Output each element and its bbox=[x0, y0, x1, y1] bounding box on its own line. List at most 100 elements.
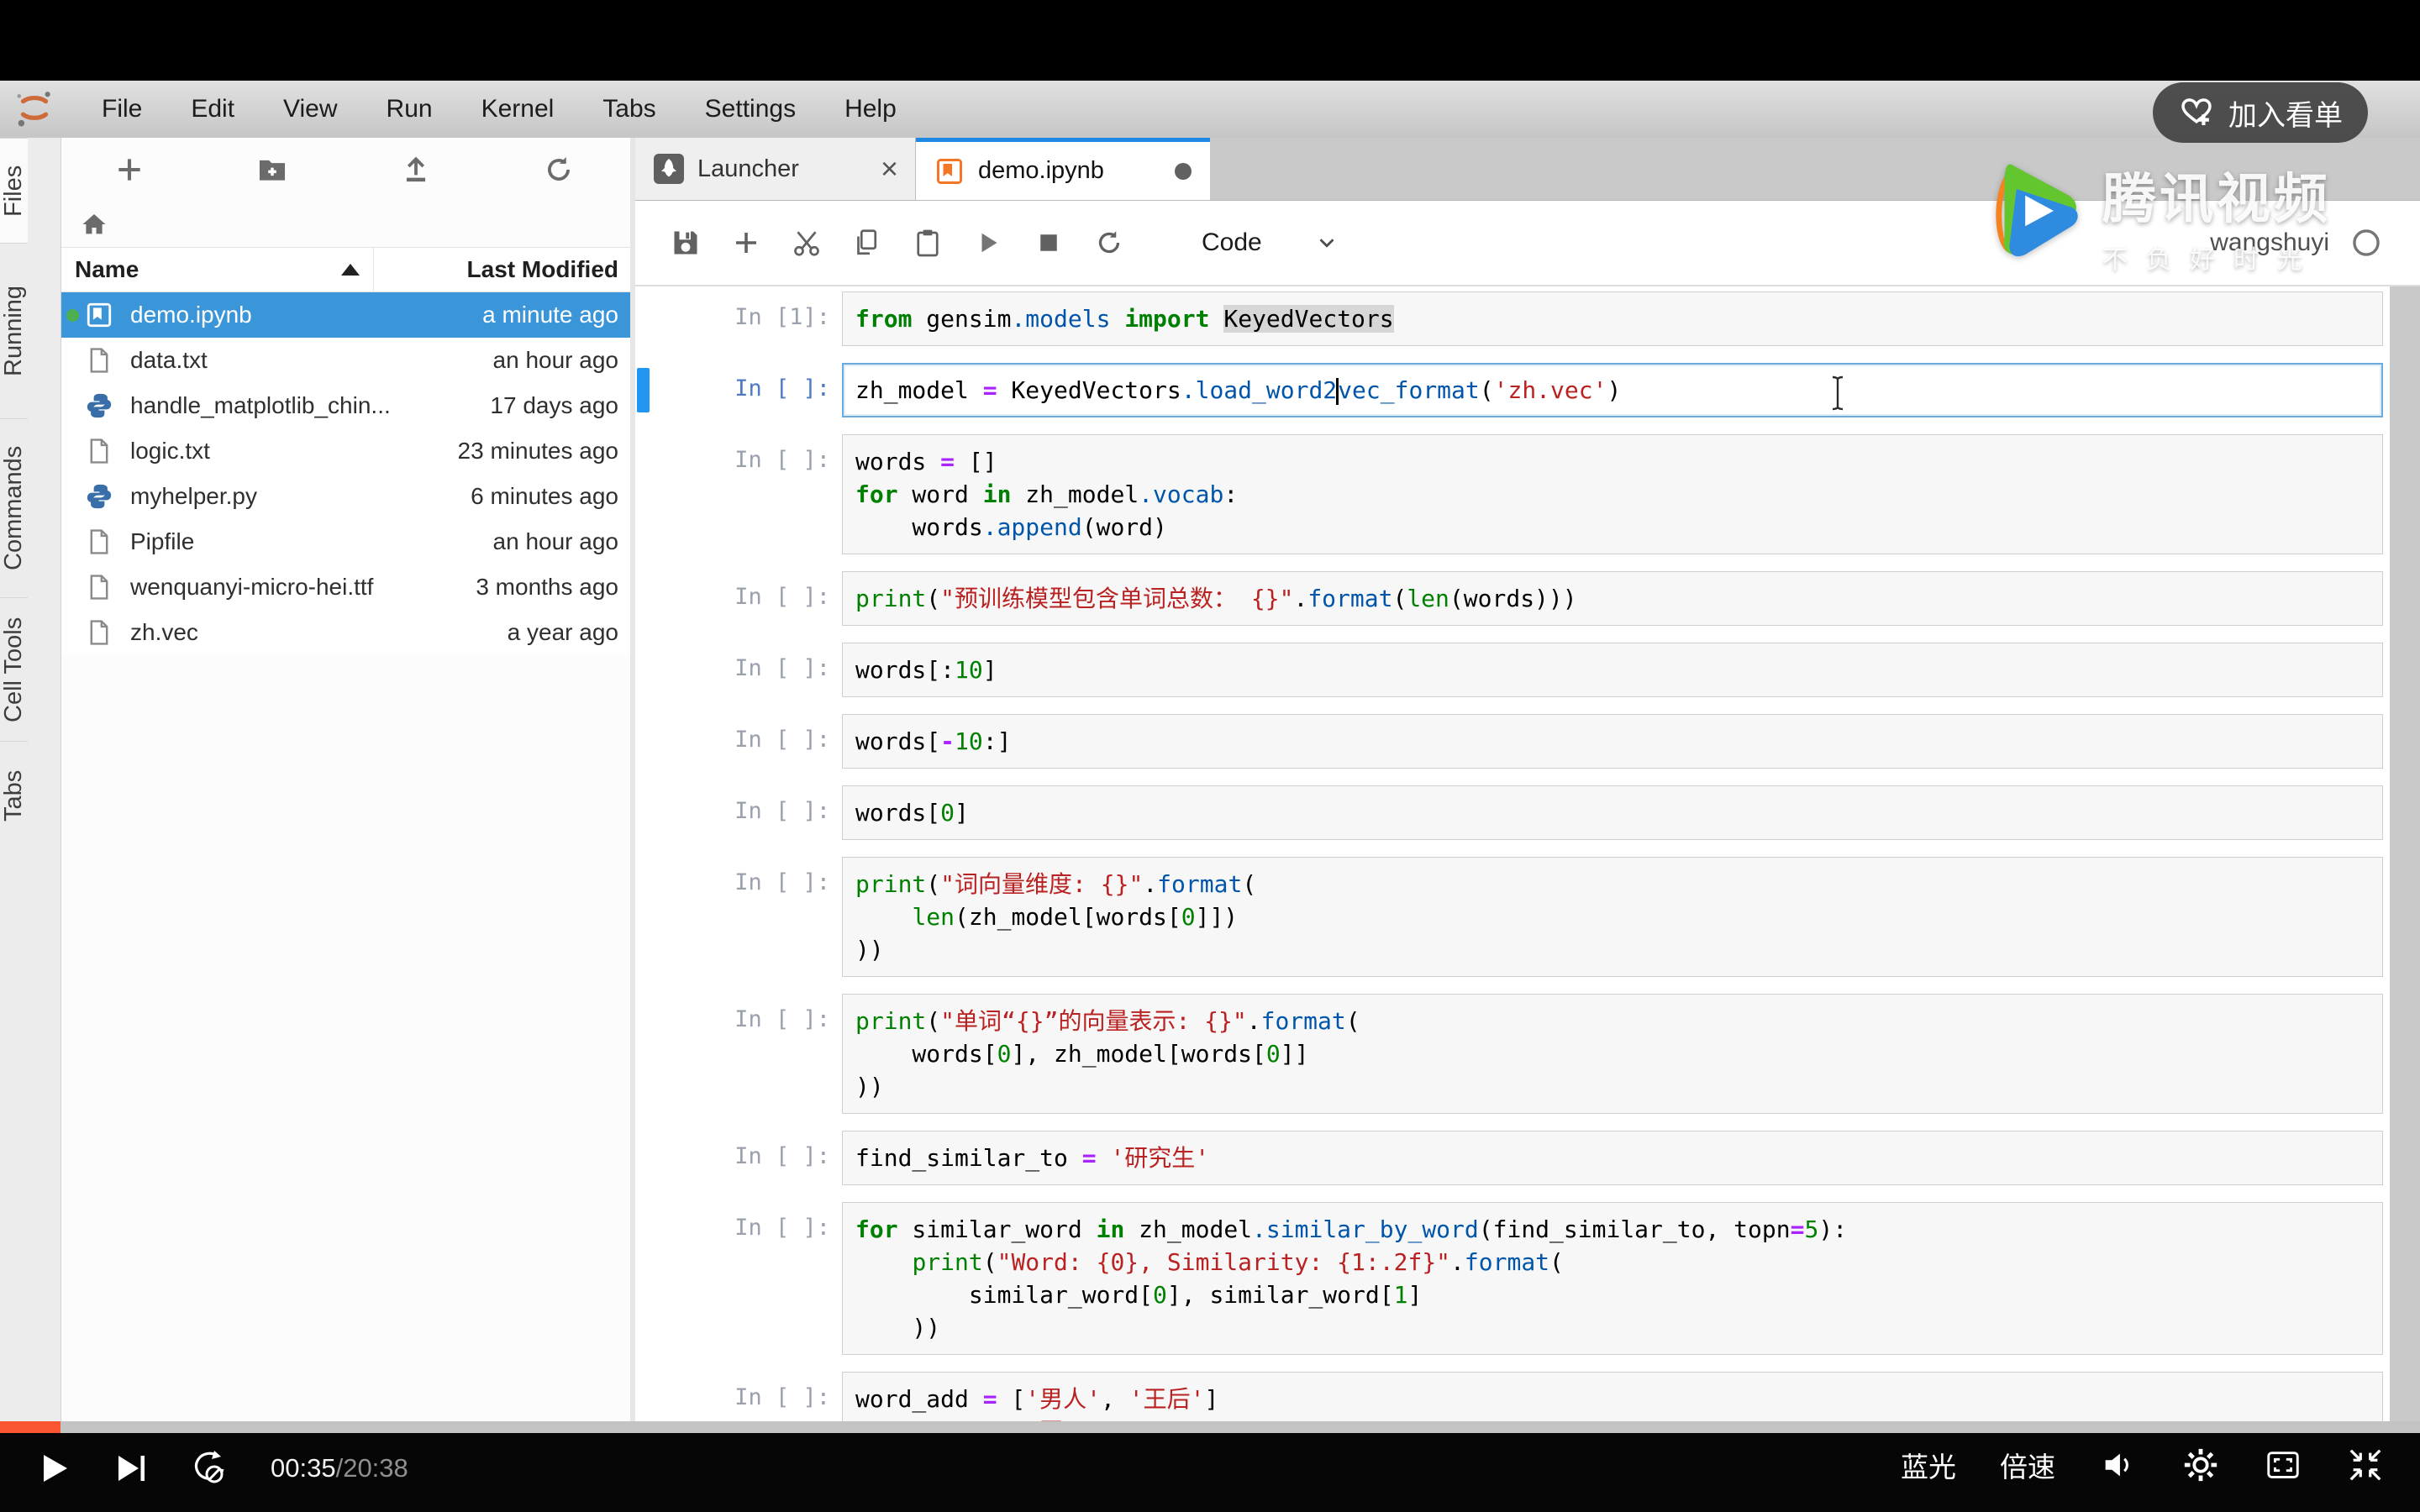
file-row-data-txt[interactable]: data.txtan hour ago bbox=[61, 338, 630, 383]
left-sidebar-tabstrip: FilesRunningCommandsCell ToolsTabs bbox=[0, 138, 61, 1428]
home-icon[interactable] bbox=[80, 210, 108, 239]
menu-settings[interactable]: Settings bbox=[681, 81, 820, 138]
cell-editor[interactable]: print("单词“{}”的向量表示: {}".format( words[0]… bbox=[842, 994, 2383, 1114]
unsaved-dot-icon[interactable] bbox=[1175, 163, 1192, 180]
menu-run[interactable]: Run bbox=[362, 81, 457, 138]
tab-launcher[interactable]: Launcher× bbox=[635, 138, 916, 200]
file-modified: 6 minutes ago bbox=[471, 483, 630, 510]
file-row-logic-txt[interactable]: logic.txt23 minutes ago bbox=[61, 428, 630, 474]
no-dot bbox=[66, 445, 79, 458]
breadcrumb bbox=[61, 202, 630, 247]
name-column-header[interactable]: Name bbox=[61, 256, 373, 283]
notebook-cell: In [ ]:word_add = ['男人', '王后']word_sub =… bbox=[635, 1372, 2420, 1428]
cell-editor[interactable]: from gensim.models import KeyedVectors bbox=[842, 291, 2383, 346]
file-modified: 23 minutes ago bbox=[458, 438, 630, 465]
main-dock-area: Launcher×demo.ipynb bbox=[635, 138, 2420, 1428]
cell-editor[interactable]: zh_model = KeyedVectors.load_word2vec_fo… bbox=[842, 363, 2383, 417]
fullscreen-button[interactable] bbox=[2264, 1446, 2302, 1484]
upload-button[interactable] bbox=[400, 154, 432, 186]
player-left-controls: 00:35/20:38 bbox=[34, 1448, 408, 1488]
document-tabbar: Launcher×demo.ipynb bbox=[635, 138, 2420, 201]
player-right-controls: 蓝光 倍速 bbox=[1901, 1445, 2385, 1485]
running-kernel-dot bbox=[66, 309, 79, 322]
no-dot bbox=[66, 627, 79, 639]
quality-button[interactable]: 蓝光 bbox=[1901, 1445, 1956, 1485]
paste-button[interactable] bbox=[913, 228, 943, 258]
sidebar-tab-tabs[interactable]: Tabs bbox=[0, 741, 28, 849]
cell-type-dropdown[interactable]: Code bbox=[1202, 228, 1339, 257]
save-button[interactable] bbox=[671, 228, 701, 258]
no-dot bbox=[66, 536, 79, 549]
menu-edit[interactable]: Edit bbox=[166, 81, 259, 138]
refresh-button[interactable] bbox=[543, 154, 575, 186]
file-modified: a year ago bbox=[508, 619, 630, 646]
copy-button[interactable] bbox=[852, 228, 882, 258]
restart-kernel-button[interactable] bbox=[1094, 228, 1124, 258]
file-name: demo.ipynb bbox=[127, 302, 482, 328]
modified-header-label: Last Modified bbox=[467, 256, 618, 283]
kernel-name-label: wangshuyi bbox=[2210, 228, 2329, 257]
sidebar-tab-commands[interactable]: Commands bbox=[0, 418, 28, 597]
close-icon[interactable]: × bbox=[881, 154, 898, 184]
menu-view[interactable]: View bbox=[259, 81, 361, 138]
cell-prompt: In [ ]: bbox=[635, 785, 842, 840]
cell-editor[interactable]: print("词向量维度: {}".format( len(zh_model[w… bbox=[842, 857, 2383, 977]
sidebar-tab-files[interactable]: Files bbox=[0, 138, 28, 243]
cell-prompt: In [ ]: bbox=[635, 714, 842, 769]
file-icon bbox=[85, 346, 113, 375]
menu-file[interactable]: File bbox=[77, 81, 166, 138]
cell-prompt: In [ ]: bbox=[635, 434, 842, 554]
kernel-status-icon[interactable] bbox=[2351, 228, 2381, 258]
exit-fullscreen-button[interactable] bbox=[2346, 1446, 2385, 1484]
cell-editor[interactable]: words[:10] bbox=[842, 643, 2383, 697]
notebook-cell: In [ ]:for similar_word in zh_model.simi… bbox=[635, 1202, 2420, 1355]
menu-kernel[interactable]: Kernel bbox=[457, 81, 579, 138]
modified-column-header[interactable]: Last Modified bbox=[373, 248, 630, 291]
file-name: handle_matplotlib_chin... bbox=[127, 392, 490, 419]
time-current: 00:35 bbox=[271, 1453, 336, 1483]
file-row-myhelper-py[interactable]: myhelper.py6 minutes ago bbox=[61, 474, 630, 519]
cut-button[interactable] bbox=[792, 228, 822, 258]
cell-editor[interactable]: print("预训练模型包含单词总数： {}".format(len(words… bbox=[842, 571, 2383, 626]
file-row-demo-ipynb[interactable]: demo.ipynba minute ago bbox=[61, 292, 630, 338]
file-row-pipfile[interactable]: Pipfilean hour ago bbox=[61, 519, 630, 564]
sidebar-tab-cell-tools[interactable]: Cell Tools bbox=[0, 597, 28, 741]
notebook-scrollbar-gutter[interactable] bbox=[2390, 286, 2420, 1428]
cell-prompt: In [ ]: bbox=[635, 994, 842, 1114]
cell-editor[interactable]: word_add = ['男人', '王后']word_sub = ['国王'] bbox=[842, 1372, 2383, 1428]
cell-editor[interactable]: words[0] bbox=[842, 785, 2383, 840]
cell-editor[interactable]: words[-10:] bbox=[842, 714, 2383, 769]
add-to-watchlist-button[interactable]: 加入看单 bbox=[2153, 82, 2368, 143]
sidebar-tab-running[interactable]: Running bbox=[0, 243, 28, 418]
name-header-label: Name bbox=[75, 256, 139, 283]
video-progress-bar[interactable] bbox=[0, 1421, 2420, 1433]
file-row-zh-vec[interactable]: zh.veca year ago bbox=[61, 610, 630, 655]
settings-button[interactable] bbox=[2181, 1446, 2220, 1484]
new-launcher-button[interactable] bbox=[113, 154, 145, 186]
file-name: logic.txt bbox=[127, 438, 458, 465]
notebook-scroll-area[interactable]: In [1]:from gensim.models import KeyedVe… bbox=[635, 286, 2420, 1428]
cell-editor[interactable]: for similar_word in zh_model.similar_by_… bbox=[842, 1202, 2383, 1355]
autoplay-loop-button[interactable] bbox=[188, 1448, 229, 1488]
file-icon bbox=[85, 437, 113, 465]
insert-cell-button[interactable] bbox=[731, 228, 761, 258]
menu-help[interactable]: Help bbox=[820, 81, 921, 138]
tab-demo-ipynb[interactable]: demo.ipynb bbox=[916, 138, 1210, 200]
next-episode-button[interactable] bbox=[111, 1448, 151, 1488]
notebook-cells: In [1]:from gensim.models import KeyedVe… bbox=[635, 291, 2420, 1428]
stop-button[interactable] bbox=[1034, 228, 1064, 258]
cell-prompt: In [ ]: bbox=[635, 857, 842, 977]
file-modified: a minute ago bbox=[482, 302, 630, 328]
file-name: zh.vec bbox=[127, 619, 508, 646]
file-row-wenquanyi-micro-hei-ttf[interactable]: wenquanyi-micro-hei.ttf3 months ago bbox=[61, 564, 630, 610]
cell-editor[interactable]: words = []for word in zh_model.vocab: wo… bbox=[842, 434, 2383, 554]
speed-button[interactable]: 倍速 bbox=[2000, 1445, 2055, 1485]
new-folder-button[interactable] bbox=[256, 154, 288, 186]
mouse-ibeam-cursor bbox=[1828, 373, 1847, 413]
play-button[interactable] bbox=[34, 1448, 74, 1488]
file-row-handle-matplotlib-chin[interactable]: handle_matplotlib_chin...17 days ago bbox=[61, 383, 630, 428]
run-button[interactable] bbox=[973, 228, 1003, 258]
menu-tabs[interactable]: Tabs bbox=[578, 81, 680, 138]
volume-button[interactable] bbox=[2099, 1446, 2138, 1484]
cell-editor[interactable]: find_similar_to = '研究生' bbox=[842, 1131, 2383, 1185]
